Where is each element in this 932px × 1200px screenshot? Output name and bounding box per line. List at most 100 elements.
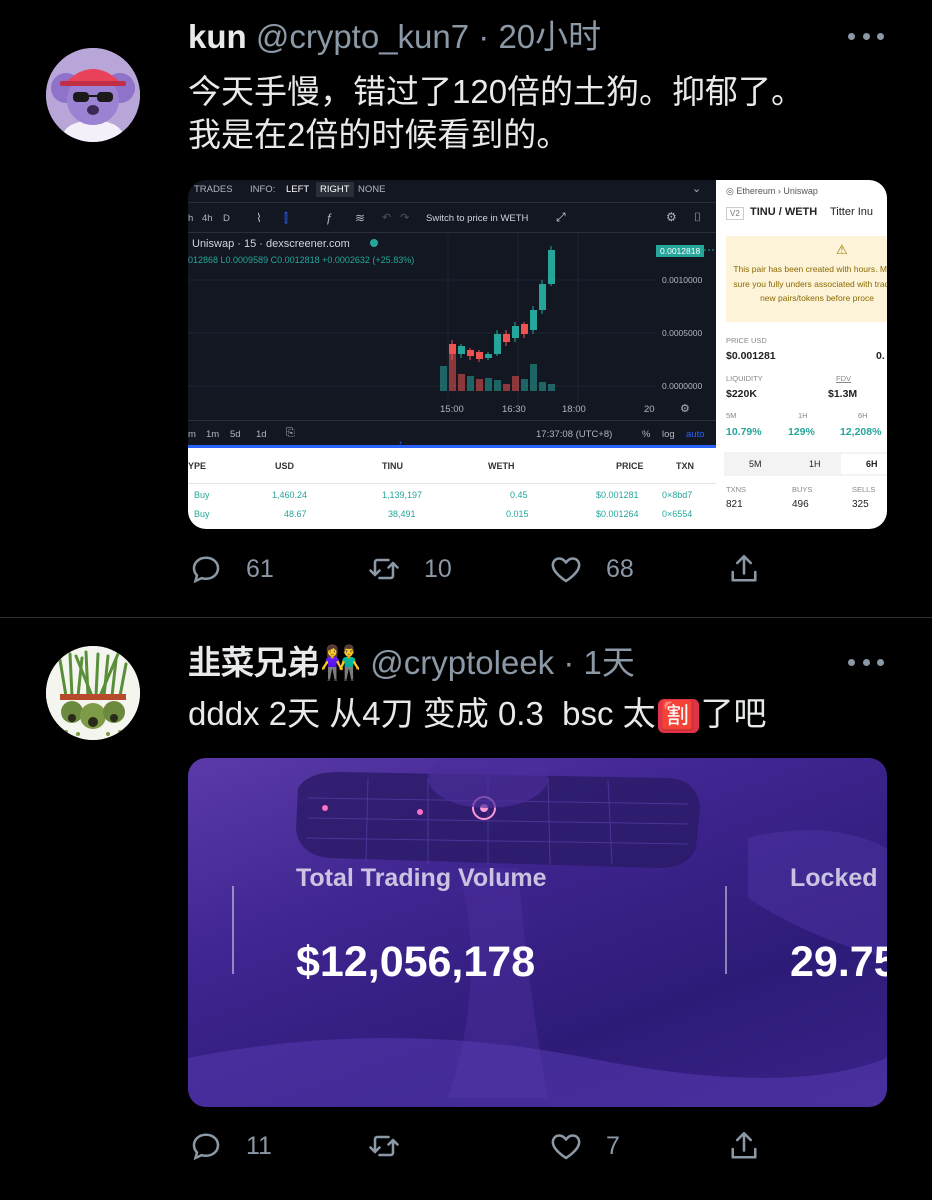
buys-value: 496 [792,499,809,510]
reply-button[interactable]: 61 [188,549,274,589]
col-tinu: TINU [382,461,403,471]
tweet-1[interactable]: kun @crypto_kun7 · 20小时 今天手慢，错过了120倍的土狗。… [0,0,932,618]
share-button[interactable] [726,1126,784,1166]
tweet-text: dddx 2天 从4刀 变成 0.3 bsc 太 🈹 了吧 [188,692,767,735]
pair-info-panel: ◎ Ethereum › Uniswap V2 TINU / WETH Titt… [716,180,887,529]
avatar[interactable] [46,48,140,142]
version-badge: V2 [726,207,744,220]
change-1h-value: 129% [788,426,815,438]
reply-count: 61 [246,554,274,583]
timeframe-4h: 4h [202,213,213,224]
retweet-count: 10 [424,554,452,583]
display-name[interactable]: 韭菜兄弟 [188,644,320,681]
chart-screenshot-image[interactable]: TRADES INFO: LEFT RIGHT NONE ⌄ h 4h D ⌇ … [188,180,887,529]
undo-icon: ↶ [382,212,392,224]
locked-value: 29.75 [790,938,887,986]
timestamp[interactable]: · 20小时 [478,18,601,55]
retweet-icon [369,1135,399,1157]
row1-type: Buy [194,490,210,500]
row1-txn: 0×8bd7 [662,490,693,500]
display-name[interactable]: kun [188,18,247,55]
share-button[interactable] [726,549,784,589]
candles-icon: ⫿ [284,211,288,225]
col-usd: USD [275,461,295,471]
dex-stats-image[interactable]: Total Trading Volume $12,056,178 Locked … [188,758,887,1107]
breadcrumb: ◎ Ethereum › Uniswap [726,186,818,196]
range-1m: 1m [206,429,220,440]
liquidity-value: $220K [726,388,757,400]
col-weth: WETH [488,461,515,471]
sells-value: 325 [852,499,869,510]
reply-button[interactable]: 11 [188,1126,272,1166]
row2-txn: 0×6554 [662,509,693,519]
scale-percent: % [642,429,651,440]
handle[interactable]: @crypto_kun7 [256,18,469,55]
liquidity-label: LIQUIDITY [726,374,763,383]
buys-label: BUYS [792,485,813,494]
price-label-current: 0.0012818 [656,245,705,257]
price-native-value: 0. [876,350,885,362]
row2-usd: 48.67 [284,509,307,519]
tab-trades: TRADES [194,184,233,195]
more-options-icon[interactable] [848,652,884,672]
fullscreen-icon: ⤢ [556,210,566,224]
timestamp[interactable]: · 1天 [563,644,635,681]
change-6h-label: 6H [858,411,868,420]
retweet-button[interactable]: 10 [366,549,452,589]
total-volume-label: Total Trading Volume [296,864,547,892]
tweet-text-line-1: 今天手慢，错过了120倍的土狗。抑郁了。 [188,73,805,110]
heart-icon [551,1134,581,1160]
leek-avatar-image [46,646,140,740]
col-txn: TXN [676,461,694,471]
tweet-2[interactable]: 韭菜兄弟👫 @cryptoleek · 1天 dddx 2天 从4刀 变成 0.… [0,618,932,1200]
row2-tinu: 38,491 [388,509,416,519]
gear-icon: ⚙ [666,210,677,224]
price-label-1: 0.0010000 [662,275,703,285]
row1-weth: 0.45 [510,490,528,500]
avatar[interactable] [46,646,140,740]
pair-token-name: Titter Inu [830,206,873,218]
change-5m-value: 10.79% [726,426,762,438]
tweet-text-main: dddx 2天 从4刀 变成 0.3 bsc 太 [188,695,656,732]
total-volume-value: $12,056,178 [296,938,536,986]
handle[interactable]: @cryptoleek [370,644,554,681]
tab-none: NONE [358,184,386,195]
timeframe-d: D [223,213,230,224]
warning-text: This pair has been created with hours. M… [733,264,887,303]
row2-weth: 0.015 [506,509,529,519]
like-button[interactable]: 7 [548,1126,620,1166]
background-illustration [188,758,887,1107]
tweet-actions: 61 10 68 [188,549,788,589]
timeframe-h: h [188,213,194,224]
reply-icon [192,1133,220,1161]
breadcrumb-dex: Uniswap [783,186,818,196]
tab-right: RIGHT [316,182,354,197]
row1-tinu: 1,139,197 [382,490,423,500]
scale-auto: auto [686,429,705,440]
switch-price-button: Switch to price in WETH [426,213,529,224]
period-tab-1h: 1H [809,459,821,469]
like-button[interactable]: 68 [548,549,634,589]
tweet-header: 韭菜兄弟👫 @cryptoleek · 1天 [188,643,635,683]
more-options-icon[interactable] [848,26,884,46]
trades-table: YPE USD TINU WETH PRICE TXN Buy 1,460.24… [188,448,716,529]
range-5d: 5d [230,429,241,440]
like-count: 7 [606,1131,620,1160]
tweet-text-line-2: 我是在2倍的时候看到的。 [188,116,570,153]
price-label-3: 0.0000000 [662,381,703,391]
scale-log: log [662,429,675,440]
breadcrumb-chain: Ethereum [736,186,776,196]
tab-info: INFO: [250,184,276,195]
tab-left: LEFT [286,184,310,195]
row1-price: $0.001281 [596,490,639,500]
time-label-4: 20 [644,404,655,415]
row2-price: $0.001264 [596,509,639,519]
change-6h-value: 12,208% [840,426,882,438]
retweet-icon [369,558,399,580]
range-1d: 1d [256,429,267,440]
tweet-text-end: 了吧 [700,695,767,732]
calendar-icon: ⎘ [286,427,295,439]
warning-icon: ⚠ [836,242,848,257]
retweet-button[interactable] [366,1126,424,1166]
txns-label: TXNS [726,485,747,494]
